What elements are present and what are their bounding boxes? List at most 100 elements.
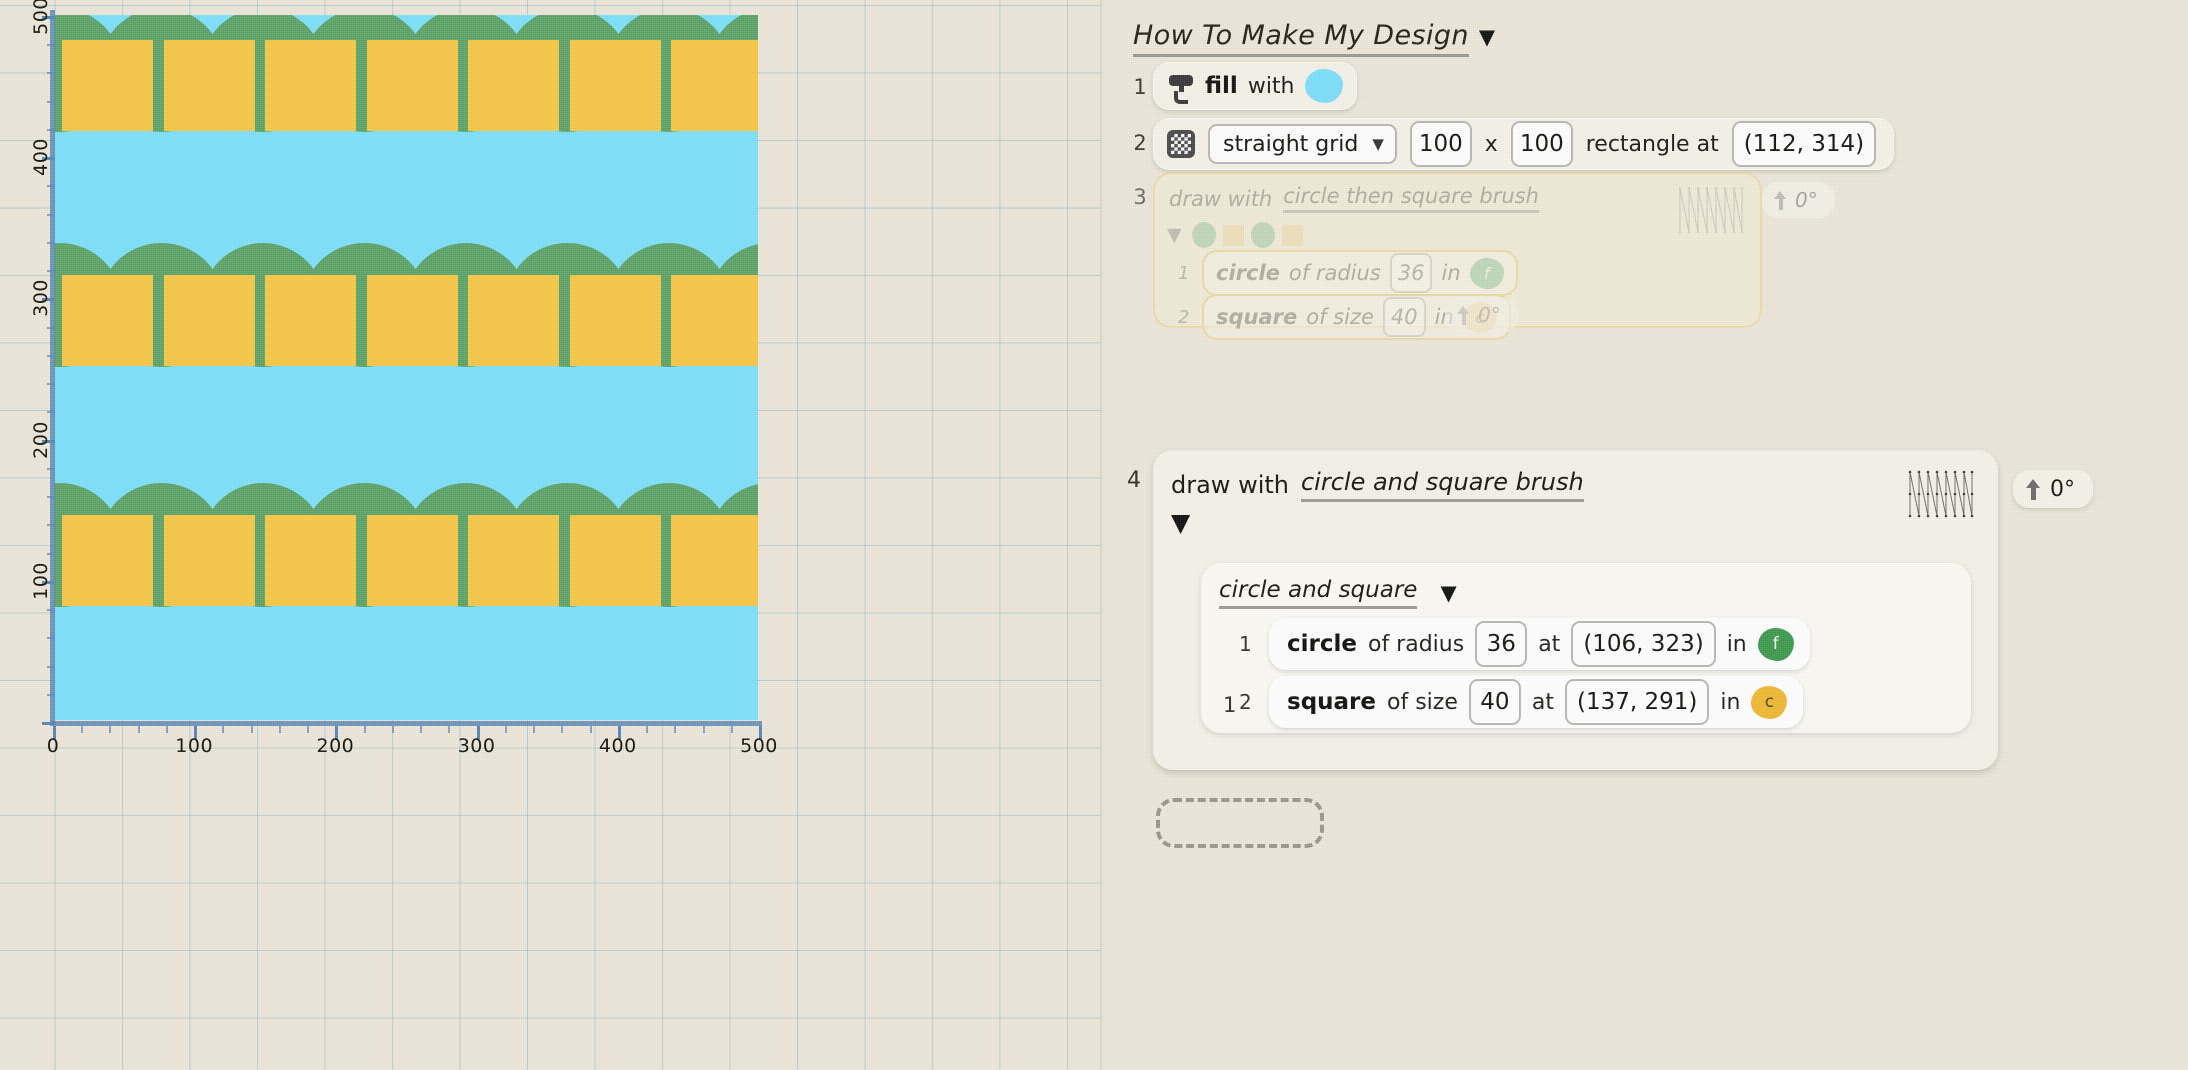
size-input[interactable]: 40 bbox=[1468, 679, 1521, 725]
x-axis-tick bbox=[137, 726, 140, 733]
square-position-input[interactable]: (137, 291) bbox=[1564, 679, 1710, 725]
y-axis-label: 400 bbox=[29, 138, 52, 177]
times-label: x bbox=[1484, 131, 1498, 157]
step-number: 4 bbox=[1127, 468, 1141, 493]
layout-select[interactable]: straight grid ▼ bbox=[1208, 124, 1397, 164]
ghost-brush-card: draw with circle then square brush ▼ 1 c… bbox=[1153, 172, 1762, 340]
brush-group-header[interactable]: circle and square ▼ bbox=[1219, 577, 1457, 609]
x-axis-tick bbox=[250, 726, 253, 733]
fill-verb: fill bbox=[1205, 73, 1238, 99]
ghost-brush-name: circle then square brush bbox=[1283, 184, 1539, 213]
artboard-square bbox=[569, 515, 661, 607]
chevron-down-icon[interactable]: ▼ bbox=[1440, 581, 1456, 605]
at-label: at bbox=[1538, 631, 1561, 657]
x-axis-tick bbox=[589, 726, 592, 733]
ghost-swatch-circle bbox=[1250, 222, 1275, 248]
grid-width-input[interactable]: 100 bbox=[1409, 121, 1472, 167]
x-axis-tick bbox=[165, 726, 168, 733]
draw-brush-header[interactable]: draw with circle and square brush bbox=[1171, 468, 1584, 502]
ghost-verb: draw with bbox=[1169, 186, 1273, 211]
empty-step-dropzone[interactable] bbox=[1156, 798, 1324, 848]
draw-brush-card[interactable]: draw with circle and square brush ▼ circ… bbox=[1153, 450, 1998, 770]
y-axis-tick bbox=[42, 722, 55, 725]
step-rotation-chip[interactable]: 0° bbox=[2013, 470, 2093, 508]
grid-height-input[interactable]: 100 bbox=[1510, 121, 1573, 167]
up-arrow-icon bbox=[1457, 305, 1470, 325]
ghost-size-input: 40 bbox=[1382, 297, 1426, 337]
chevron-down-icon[interactable]: ▼ bbox=[1479, 25, 1496, 49]
x-axis-label: 500 bbox=[740, 735, 778, 757]
step-2-grid-rectangle[interactable]: 2 straight grid ▼ 100 x 100 rectangle at… bbox=[1127, 118, 1895, 170]
x-axis-tick bbox=[81, 726, 84, 733]
ghost-radius-input: 36 bbox=[1389, 253, 1433, 293]
param-label: of radius bbox=[1367, 631, 1465, 657]
page-title-text: How To Make My Design bbox=[1133, 20, 1469, 57]
canvas-pane[interactable]: 0 100 200 300 400 500 100 200 300 400 500 bbox=[0, 0, 1100, 1070]
paint-roller-icon bbox=[1169, 73, 1195, 104]
at-label: at bbox=[1531, 689, 1554, 715]
x-axis bbox=[50, 721, 762, 726]
y-axis-tick bbox=[47, 213, 54, 216]
x-axis-label: 400 bbox=[598, 735, 637, 757]
up-arrow-icon bbox=[2026, 478, 2041, 500]
y-axis-tick bbox=[47, 185, 54, 188]
x-axis-tick bbox=[109, 726, 112, 733]
y-axis-tick bbox=[47, 609, 54, 612]
brush-group-card[interactable]: circle and square ▼ 1 circle of radius 3… bbox=[1201, 563, 1971, 733]
ghost-swatch-square bbox=[1281, 224, 1303, 246]
x-axis-tick bbox=[646, 726, 649, 733]
radius-input[interactable]: 36 bbox=[1475, 621, 1528, 667]
artboard-square bbox=[366, 275, 458, 367]
design-artboard[interactable] bbox=[54, 15, 758, 720]
step-1-fill[interactable]: 1 fill with bbox=[1127, 62, 1357, 110]
fill-color-swatch[interactable] bbox=[1304, 69, 1343, 103]
ghost-swatch-circle bbox=[1191, 222, 1216, 248]
program-pane: How To Make My Design ▼ 1 fill with 2 str… bbox=[1103, 0, 2188, 1070]
y-axis-tick bbox=[47, 496, 54, 499]
group-number: 1 bbox=[1223, 693, 1237, 717]
chevron-down-icon: ▼ bbox=[1167, 224, 1182, 246]
shape-name: circle bbox=[1287, 631, 1357, 657]
in-label: in bbox=[1726, 631, 1747, 657]
circle-position-input[interactable]: (106, 323) bbox=[1571, 621, 1716, 667]
checker-grid-icon bbox=[1167, 130, 1195, 158]
y-axis-label: 500 bbox=[29, 0, 52, 35]
artboard-square bbox=[671, 275, 758, 367]
step-3-ghost-draw: 3 draw with circle then square brush ▼ 1… bbox=[1127, 172, 2107, 340]
circle-command-card[interactable]: 1 circle of radius 36 at (106, 323) in f bbox=[1239, 618, 1810, 670]
y-axis-tick bbox=[47, 100, 54, 103]
chevron-down-icon[interactable]: ▼ bbox=[1171, 508, 1190, 537]
ghost-square-rotation-chip: 0° bbox=[1445, 297, 1518, 333]
fill-command-card[interactable]: fill with bbox=[1153, 62, 1357, 110]
x-axis-tick bbox=[561, 726, 564, 733]
grid-position-input[interactable]: (112, 314) bbox=[1731, 121, 1877, 167]
chevron-down-icon: ▼ bbox=[1372, 135, 1384, 153]
x-axis-tick bbox=[363, 726, 366, 733]
step-number: 3 bbox=[1133, 185, 1147, 209]
y-axis-tick bbox=[47, 467, 54, 470]
y-axis-tick bbox=[47, 128, 54, 131]
square-command-card[interactable]: 2 square of size 40 at (137, 291) in c bbox=[1239, 676, 1804, 728]
grid-command-card[interactable]: straight grid ▼ 100 x 100 rectangle at (… bbox=[1153, 118, 1895, 170]
artboard-square bbox=[62, 275, 154, 367]
artboard-square bbox=[671, 40, 758, 132]
y-axis-tick bbox=[47, 44, 54, 47]
artboard-square bbox=[569, 40, 661, 132]
x-axis-tick bbox=[222, 726, 225, 733]
brush-name[interactable]: circle and square brush bbox=[1300, 468, 1584, 502]
y-axis-tick bbox=[47, 354, 54, 357]
circle-palette-swatch[interactable]: f bbox=[1757, 627, 1794, 661]
y-axis-tick bbox=[47, 552, 54, 555]
square-palette-swatch[interactable]: c bbox=[1751, 685, 1788, 719]
x-axis-label: 200 bbox=[316, 735, 355, 757]
zigzag-path-icon[interactable] bbox=[1906, 468, 1976, 520]
y-axis-tick bbox=[47, 241, 54, 244]
page-title[interactable]: How To Make My Design ▼ bbox=[1133, 20, 1496, 57]
artboard-square bbox=[163, 275, 255, 367]
ghost-step-rotation-chip: 0° bbox=[1762, 182, 1835, 218]
x-axis-label: 100 bbox=[175, 735, 214, 757]
artboard-square bbox=[366, 40, 458, 132]
brush-group-name[interactable]: circle and square bbox=[1219, 577, 1418, 609]
y-axis bbox=[50, 10, 55, 725]
child-number: 1 bbox=[1239, 632, 1252, 656]
